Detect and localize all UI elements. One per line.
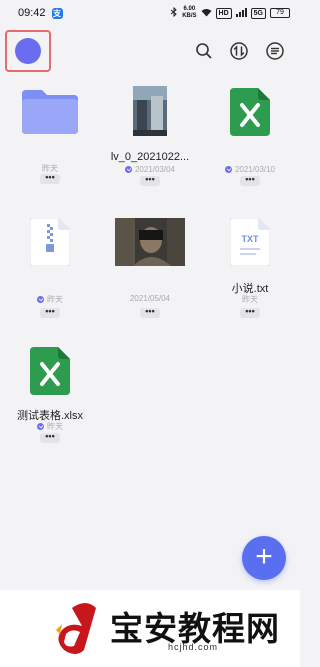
sort-icon[interactable] (229, 41, 249, 61)
bluetooth-icon (170, 6, 178, 19)
file-tile-excel[interactable]: 2021/03/10 ••• (200, 80, 300, 186)
network-speed: 6.00 KB/S (182, 6, 197, 19)
5g-badge: 5G (250, 7, 266, 19)
more-button[interactable]: ••• (40, 173, 60, 184)
alipay-notification-icon: 支 (51, 7, 63, 19)
status-bar: 09:42 支 6.00 KB/S HD 5G 79 (0, 0, 300, 26)
status-time: 09:42 (18, 7, 46, 19)
more-button[interactable]: ••• (140, 307, 160, 318)
add-fab-button[interactable]: + (242, 536, 286, 580)
file-tile-image[interactable]: 2021/05/04 ••• (100, 212, 200, 322)
file-meta: 2021/05/04 (129, 294, 171, 303)
zip-file-icon (30, 218, 70, 266)
file-meta: 2021/03/10 (200, 165, 300, 174)
file-tile-image[interactable]: lv_0_2021022... 2021/03/04 ••• (100, 80, 200, 186)
file-tile-txt[interactable]: TXT 小说.txt 昨天 ••• (200, 212, 300, 322)
file-meta: 昨天 (242, 295, 258, 304)
file-meta: 昨天 (0, 294, 100, 305)
svg-text:TXT: TXT (242, 234, 260, 244)
menu-icon[interactable] (265, 41, 285, 61)
verified-icon (124, 166, 132, 173)
verified-icon (37, 296, 44, 303)
toolbar (0, 28, 300, 74)
avatar[interactable] (15, 38, 41, 64)
watermark-logo-icon (56, 603, 96, 654)
search-icon[interactable] (194, 41, 214, 61)
image-thumbnail (133, 86, 167, 136)
image-thumbnail (115, 218, 185, 266)
more-button[interactable]: ••• (40, 432, 60, 443)
avatar-highlight-frame (5, 30, 51, 72)
excel-file-icon (30, 347, 70, 395)
more-button[interactable]: ••• (240, 175, 260, 186)
watermark-url: hcjhd.com (168, 642, 219, 652)
txt-file-icon: TXT (230, 218, 270, 266)
more-button[interactable]: ••• (140, 175, 160, 186)
more-button[interactable]: ••• (240, 307, 260, 318)
battery-indicator: 79 (270, 8, 290, 18)
file-tile-folder[interactable]: 昨天 ••• (0, 80, 100, 184)
file-tile-excel[interactable]: 测试表格.xlsx 昨天 ••• (0, 343, 100, 443)
verified-icon (37, 423, 44, 430)
file-tile-zip[interactable]: 昨天 ••• (0, 212, 100, 322)
wifi-icon (201, 8, 212, 19)
signal-icon (235, 7, 247, 19)
verified-icon (224, 166, 232, 173)
watermark-banner: 宝安教程网 hcjhd.com (0, 590, 300, 667)
excel-file-icon (230, 88, 270, 136)
folder-icon (22, 90, 78, 134)
file-name: lv_0_2021022... (110, 151, 190, 163)
more-button[interactable]: ••• (40, 307, 60, 318)
file-meta: 2021/03/04 (100, 165, 200, 174)
hd-badge: HD (215, 7, 232, 19)
